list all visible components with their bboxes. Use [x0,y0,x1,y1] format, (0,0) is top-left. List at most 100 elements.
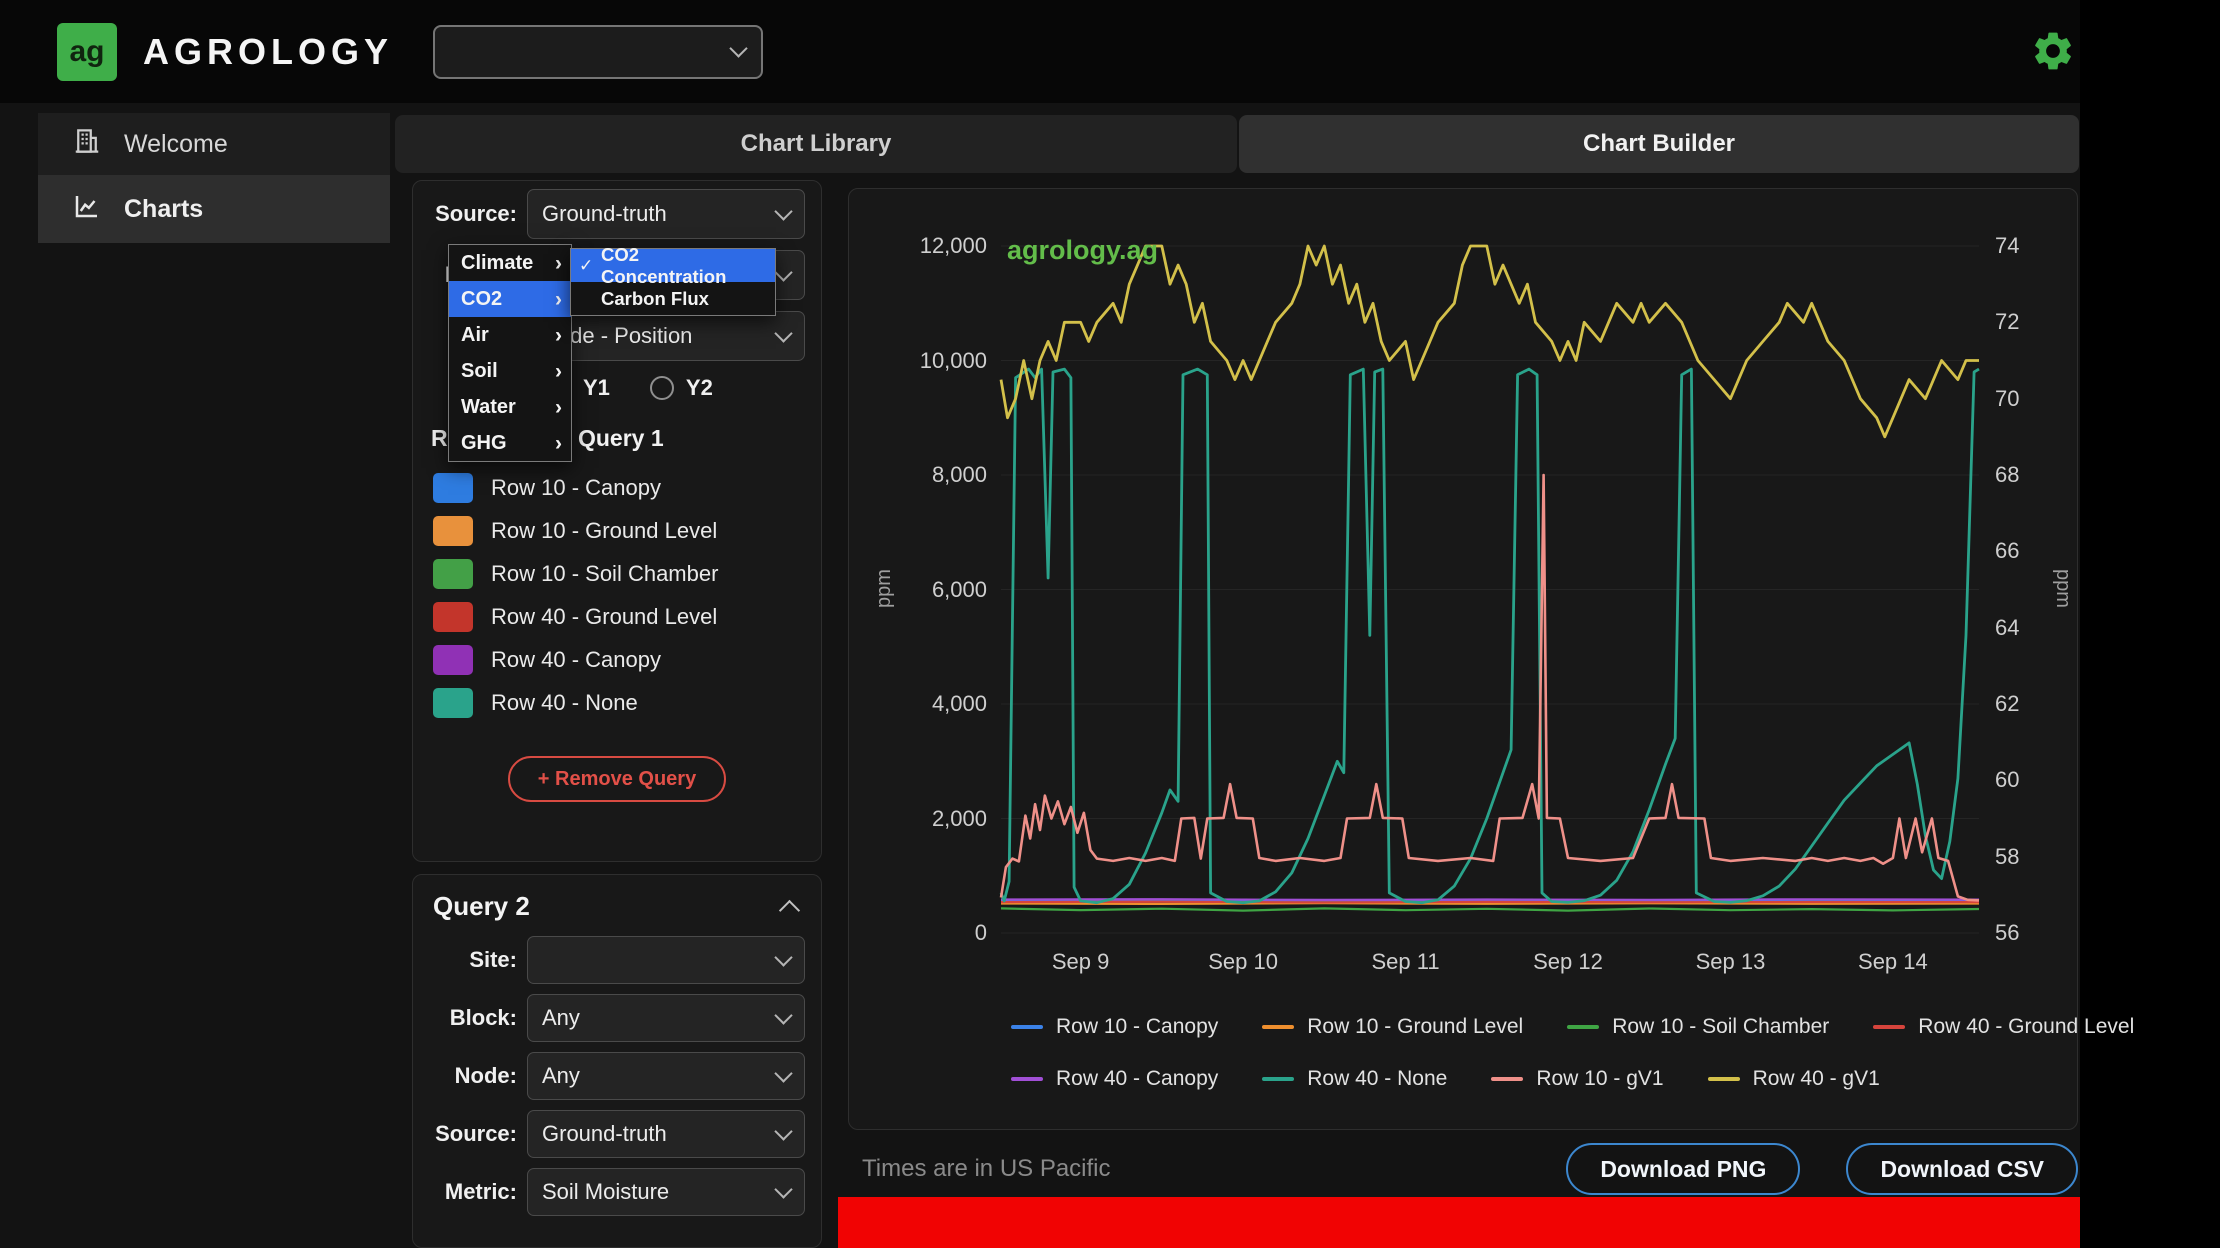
result-label: Row 40 - Canopy [491,647,661,673]
sidebar-item-charts[interactable]: Charts [38,175,390,243]
legend-label: Row 40 - None [1307,1067,1447,1091]
metric-field-row: Metric: Soil Moisture [429,1168,805,1216]
legend-item: Row 10 - Soil Chamber [1567,1015,1829,1039]
y-right-tick: 74 [1995,233,2019,259]
chart-legend: Row 10 - CanopyRow 10 - Ground LevelRow … [1011,1015,2134,1119]
site-selector-dropdown[interactable] [433,25,763,79]
node-select-value: Any [542,1063,769,1089]
node-select[interactable]: Any [527,1052,805,1100]
chevron-down-icon [774,202,792,220]
result-label: Row 40 - Ground Level [491,604,717,630]
submenu-item-label: CO2 Concentration [601,244,767,288]
topbar: ag AGROLOGY [0,0,2080,103]
block-label: Block: [429,1005,517,1031]
download-png-button[interactable]: Download PNG [1566,1143,1800,1195]
sidebar-item-welcome[interactable]: Welcome [38,113,390,175]
chart-card: agrology.ag 02,0004,0006,0008,00010,0001… [848,188,2078,1130]
menu-item-label: Air [461,324,489,347]
legend-item: Row 10 - gV1 [1491,1067,1663,1091]
menu-item-soil[interactable]: Soil› [449,353,571,389]
chevron-down-icon [774,1180,792,1198]
result-label: Row 10 - Ground Level [491,518,717,544]
submenu-arrow-icon: › [555,325,562,346]
metric-select-value: Soil Moisture [542,1179,769,1205]
radio-label: Y2 [686,375,713,401]
source-field-row: Source: Ground-truth [429,1110,805,1158]
brand-title: AGROLOGY [143,31,393,73]
source-select[interactable]: Ground-truth [527,1110,805,1158]
submenu-arrow-icon: › [555,397,562,418]
block-select[interactable]: Any [527,994,805,1042]
legend-dash [1011,1077,1043,1081]
menu-item-co2[interactable]: CO2› [449,281,571,317]
chevron-up-icon [779,900,800,921]
y-right-tick: 60 [1995,767,2019,793]
chart-icon [72,191,102,228]
submenu-item[interactable]: Carbon Flux [571,282,775,315]
y2-radio[interactable]: Y2 [650,375,713,401]
radio-circle [650,376,674,400]
check-icon: ✓ [579,256,593,276]
legend-label: Row 10 - Soil Chamber [1612,1015,1829,1039]
source-label: Source: [429,1121,517,1147]
y-left-tick: 2,000 [849,806,987,832]
menu-item-air[interactable]: Air › [449,317,571,353]
x-tick: Sep 14 [1858,949,1928,975]
submenu-arrow-icon: › [555,433,562,454]
series-color-swatch [433,602,473,632]
series-color-swatch [433,559,473,589]
chart-plot [849,189,2079,1131]
metric-select[interactable]: Soil Moisture [527,1168,805,1216]
settings-gear-icon[interactable] [2030,28,2076,74]
tab-chart-library[interactable]: Chart Library [395,115,1237,173]
legend-item: Row 40 - None [1262,1067,1447,1091]
metric-context-menu: Climate›CO2›Air›Soil›Water›GHG› [448,244,572,462]
legend-row: Row 10 - CanopyRow 10 - Ground LevelRow … [1011,1015,2134,1039]
chevron-down-icon [774,324,792,342]
menu-item-climate[interactable]: Climate› [449,245,571,281]
chevron-down-icon [774,1122,792,1140]
node-label: Node: [429,1063,517,1089]
y-right-tick: 64 [1995,615,2019,641]
menu-item-label: Water [461,396,516,419]
metric-label: Metric: [429,1179,517,1205]
menu-item-water[interactable]: Water › [449,389,571,425]
submenu-item[interactable]: ✓CO2 Concentration [571,249,775,282]
y-left-tick: 10,000 [849,348,987,374]
y-left-tick: 8,000 [849,462,987,488]
chevron-down-icon [729,39,747,57]
download-csv-button[interactable]: Download CSV [1846,1143,2078,1195]
source-select[interactable]: Ground-truth [527,189,805,239]
y-right-tick: 72 [1995,309,2019,335]
y-right-tick: 66 [1995,538,2019,564]
block-select-value: Any [542,1005,769,1031]
menu-item-ghg[interactable]: GHG › [449,425,571,461]
source-select-value: Ground-truth [542,201,769,227]
query2-panel: Query 2 Site:Block:AnyNode:AnySource:Gro… [412,874,822,1248]
y-left-tick: 4,000 [849,691,987,717]
submenu-arrow-icon: › [555,289,562,310]
legend-dash [1262,1025,1294,1029]
legend-row: Row 40 - CanopyRow 40 - NoneRow 10 - gV1… [1011,1067,2134,1091]
query2-header[interactable]: Query 2 [413,875,821,930]
axis-radio-group: Y1Y2 [547,375,805,401]
remove-query-button[interactable]: + Remove Query [508,756,726,802]
legend-item: Row 10 - Ground Level [1262,1015,1523,1039]
tab-chart-builder[interactable]: Chart Builder [1239,115,2079,173]
result-label: Row 10 - Soil Chamber [491,561,718,587]
legend-dash [1567,1025,1599,1029]
result-label: Row 40 - None [491,690,638,716]
y-right-tick: 58 [1995,844,2019,870]
site-select[interactable] [527,936,805,984]
menu-item-label: GHG [461,432,507,455]
submenu-arrow-icon: › [555,361,562,382]
sidebar-item-label: Charts [124,195,203,224]
x-tick: Sep 10 [1208,949,1278,975]
legend-dash [1873,1025,1905,1029]
chevron-down-icon [774,263,792,281]
timezone-note: Times are in US Pacific [848,1155,1520,1183]
alert-banner [838,1197,2080,1248]
result-item: Row 10 - Ground Level [429,509,805,552]
y-right-tick: 56 [1995,920,2019,946]
series-color-swatch [433,516,473,546]
